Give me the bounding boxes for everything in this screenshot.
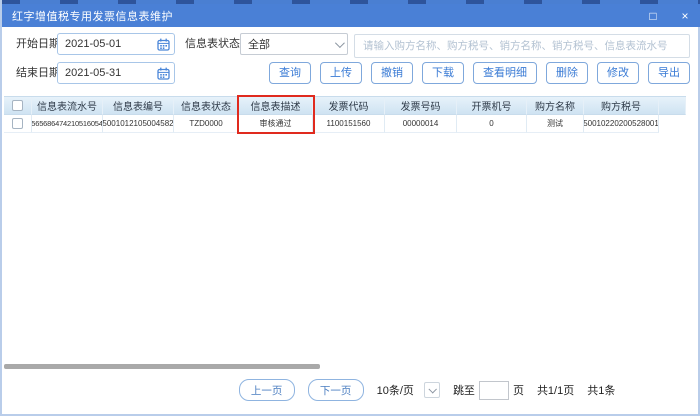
delete-button[interactable]: 删除 — [546, 62, 588, 84]
end-date-value: 2021-05-31 — [65, 67, 122, 79]
end-date-input[interactable]: 2021-05-31 — [57, 62, 175, 84]
column-header: 发票号码 — [385, 97, 457, 115]
jump-label: 跳至 — [452, 385, 475, 397]
chevron-down-icon — [334, 37, 345, 48]
cell-invoice-code: 1100151560 — [313, 115, 385, 133]
upload-button[interactable]: 上传 — [320, 62, 362, 84]
calendar-icon[interactable] — [157, 67, 170, 80]
chevron-down-icon — [428, 385, 437, 394]
query-button[interactable]: 查询 — [269, 62, 311, 84]
next-page-button[interactable]: 下一页 — [307, 379, 364, 401]
status-label: 信息表状态 — [185, 38, 240, 50]
row-checkbox[interactable] — [12, 118, 23, 129]
export-button[interactable]: 导出 — [648, 62, 690, 84]
status-selected-value: 全部 — [248, 39, 270, 51]
cell-form-status: TZD0000 — [174, 115, 239, 133]
jump-suffix-label: 页 — [512, 385, 524, 397]
cell-invoice-number: 00000014 — [385, 115, 457, 133]
app-window: 红字增值税专用发票信息表维护 □ × 开始日期 2021-05-01 信息表状态… — [0, 0, 700, 416]
column-header: 开票机号 — [457, 97, 527, 115]
row-filler-cell — [659, 115, 686, 133]
cell-buyer-name: 测试 — [527, 115, 584, 133]
calendar-icon[interactable] — [157, 38, 170, 51]
page-size-value: 10条/页 — [376, 385, 414, 397]
column-header: 发票代码 — [313, 97, 385, 115]
table-row[interactable]: 565686474210516054 5001012105004582 TZD0… — [4, 115, 686, 133]
end-date-label: 结束日期 — [16, 67, 60, 79]
pagination-bar: 上一页 下一页 10条/页 跳至 页 共1/1页 共1条 — [77, 378, 700, 402]
page-count-label: 共1/1页 — [536, 385, 575, 397]
column-header: 信息表描述 — [239, 97, 313, 115]
view-detail-button[interactable]: 查看明细 — [473, 62, 537, 84]
titlebar: 红字增值税专用发票信息表维护 □ × — [2, 4, 700, 27]
revoke-button[interactable]: 撤销 — [371, 62, 413, 84]
page-size-select[interactable] — [423, 382, 440, 398]
table-header-row: 信息表流水号 信息表编号 信息表状态 信息表描述 发票代码 发票号码 开票机号 … — [4, 97, 686, 115]
toolbar: 查询 上传 撤销 下载 查看明细 删除 修改 导出 — [269, 62, 690, 84]
horizontal-scrollbar-thumb[interactable] — [4, 364, 320, 369]
column-header: 购方名称 — [527, 97, 584, 115]
maximize-icon[interactable]: □ — [646, 10, 660, 22]
cell-buyer-tax-id: 50010220200528001 — [584, 115, 659, 133]
invoice-table: 信息表流水号 信息表编号 信息表状态 信息表描述 发票代码 发票号码 开票机号 … — [4, 95, 686, 134]
cell-form-number: 5001012105004582 — [103, 115, 174, 133]
start-date-input[interactable]: 2021-05-01 — [57, 33, 175, 55]
cell-serial-number: 565686474210516054 — [32, 115, 103, 133]
column-header: 信息表流水号 — [32, 97, 103, 115]
search-input[interactable] — [354, 34, 690, 58]
close-icon[interactable]: × — [678, 10, 692, 22]
total-count-label: 共1条 — [587, 385, 616, 397]
column-header: 购方税号 — [584, 97, 659, 115]
start-date-value: 2021-05-01 — [65, 38, 122, 50]
window-title: 红字增值税专用发票信息表维护 — [12, 10, 173, 23]
header-checkbox-cell — [4, 97, 32, 115]
download-button[interactable]: 下载 — [422, 62, 464, 84]
jump-page-input[interactable] — [478, 380, 509, 400]
column-header: 信息表编号 — [103, 97, 174, 115]
start-date-label: 开始日期 — [16, 38, 60, 50]
prev-page-button[interactable]: 上一页 — [238, 379, 295, 401]
cell-form-description: 审核通过 — [239, 115, 313, 133]
status-select[interactable]: 全部 — [240, 33, 348, 55]
cell-machine-number: 0 — [457, 115, 527, 133]
column-header: 信息表状态 — [174, 97, 239, 115]
select-all-checkbox[interactable] — [12, 100, 23, 111]
column-header-filler — [659, 97, 686, 115]
row-checkbox-cell — [4, 115, 32, 133]
modify-button[interactable]: 修改 — [597, 62, 639, 84]
